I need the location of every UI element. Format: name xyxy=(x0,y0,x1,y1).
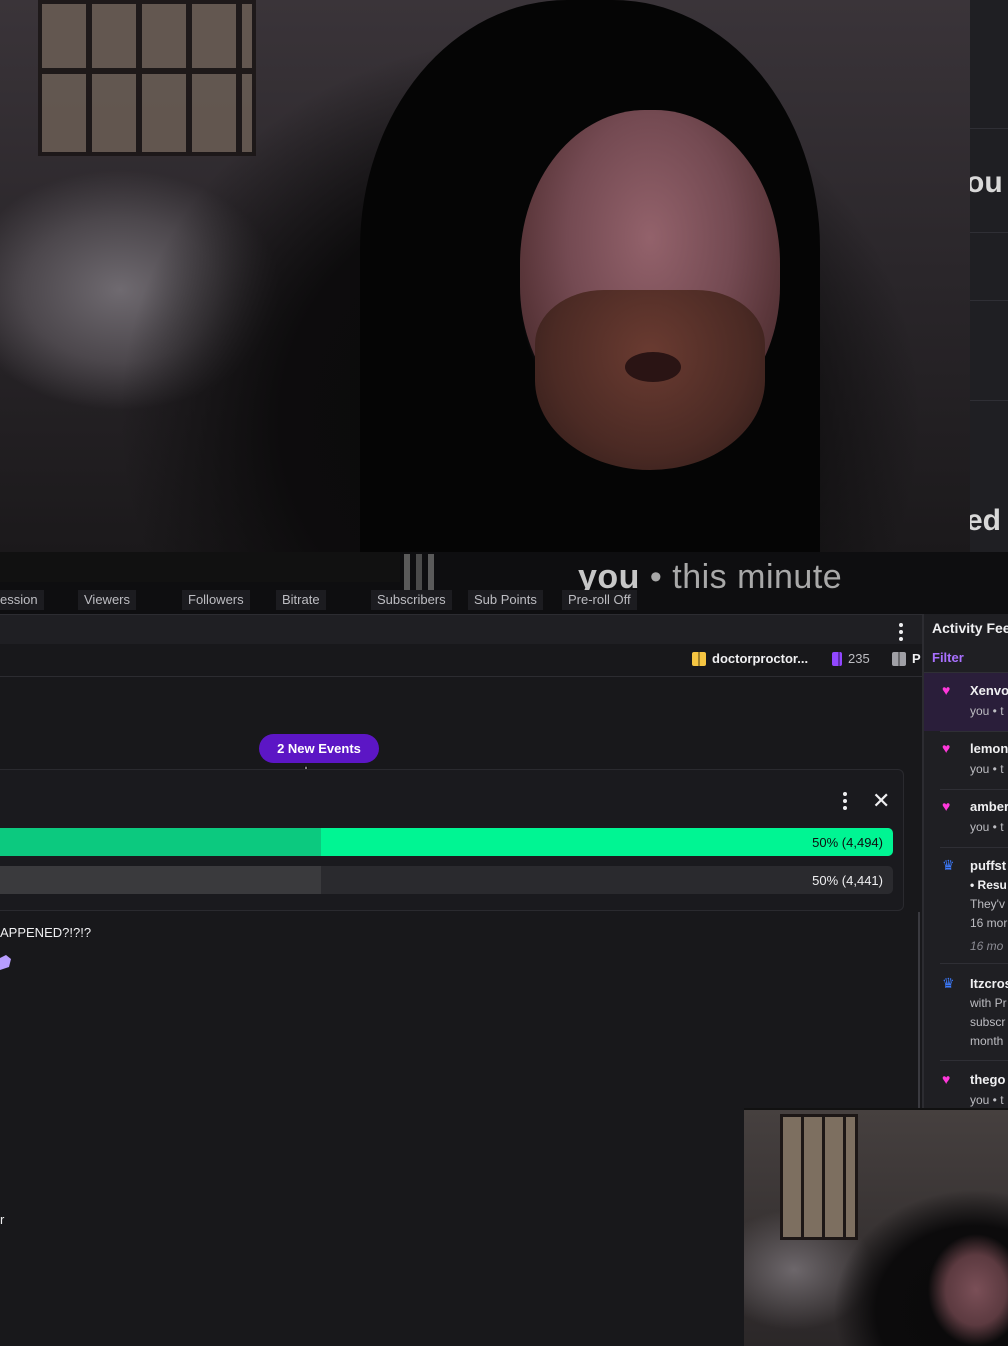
chat-message: r xyxy=(0,1212,5,1227)
stat-preroll[interactable]: Pre-roll Off xyxy=(562,590,637,610)
partial-chip[interactable]: P xyxy=(892,651,921,666)
caption-separator: • xyxy=(649,558,663,596)
heart-icon: ♥ xyxy=(942,740,951,756)
partial-chip-label: P xyxy=(912,651,921,666)
edge-text-top: ou xyxy=(970,166,1003,199)
feed-item-sub: month xyxy=(970,1034,1004,1048)
caption-left-shade xyxy=(0,552,400,582)
crown-icon: ♛ xyxy=(942,975,955,991)
poll-more-icon[interactable] xyxy=(843,792,847,813)
feed-item-sub: you • t xyxy=(970,1093,1004,1107)
feed-item-sub: you • t xyxy=(970,704,1004,718)
gift-chip[interactable]: doctorproctor... xyxy=(692,651,808,666)
feed-item-name: lemon xyxy=(970,741,1008,756)
right-partial-panel: ou ed xyxy=(970,0,1008,552)
poll-option-result: 50% (4,494) xyxy=(812,835,883,850)
stat-session[interactable]: ession xyxy=(0,590,44,610)
heart-icon: ♥ xyxy=(942,1071,951,1087)
feed-item-sub: 16 mor xyxy=(970,916,1008,930)
edge-text-bottom: ed xyxy=(970,504,1002,537)
feed-divider xyxy=(940,847,1008,848)
crown-icon: ♛ xyxy=(942,857,955,873)
gift-icon xyxy=(892,651,906,666)
feed-item-sub: you • t xyxy=(970,762,1004,776)
feed-item-name: Xenvo xyxy=(970,683,1008,698)
gift-count: 235 xyxy=(848,651,870,666)
stream-preview-thumbnail[interactable] xyxy=(744,1108,1008,1346)
feed-item-name: thego xyxy=(970,1072,1006,1087)
background-window xyxy=(38,0,256,156)
stat-bitrate[interactable]: Bitrate xyxy=(276,590,326,610)
stat-subscribers[interactable]: Subscribers xyxy=(371,590,452,610)
close-icon[interactable]: ✕ xyxy=(866,790,890,812)
activity-feed-filter[interactable]: Filter xyxy=(932,650,964,665)
feed-divider xyxy=(940,731,1008,732)
poll-option-result: 50% (4,441) xyxy=(812,873,883,888)
emote-icon xyxy=(0,955,11,970)
poll-option-fill xyxy=(0,866,322,894)
poll-card: 50% (4,494) 50% (4,441) xyxy=(0,769,904,911)
feed-scrollbar[interactable] xyxy=(918,912,920,1108)
feed-item-name: Itzcros xyxy=(970,976,1008,991)
feed-item-highlight xyxy=(924,673,1008,731)
count-chip[interactable]: 235 xyxy=(832,651,870,666)
feed-item-sub: with Pr xyxy=(970,996,1007,1010)
streamer-mouth xyxy=(625,352,681,382)
stream-stats-bar: ession Viewers Followers Bitrate Subscri… xyxy=(0,586,650,612)
stat-viewers[interactable]: Viewers xyxy=(78,590,137,610)
poll-option-bar[interactable]: 50% (4,494) xyxy=(0,828,893,856)
stat-sub-points[interactable]: Sub Points xyxy=(468,590,543,610)
feed-item-sub: • Resu xyxy=(970,878,1007,892)
feed-item-sub: 16 mo xyxy=(970,939,1004,953)
feed-divider xyxy=(940,963,1008,964)
hype-chips-row: doctorproctor... 235 P xyxy=(0,644,922,677)
webcam-video xyxy=(0,0,970,552)
feed-item-sub: They'v xyxy=(970,897,1005,911)
stat-followers[interactable]: Followers xyxy=(182,590,250,610)
feed-item-name: amber xyxy=(970,799,1008,814)
gift-count-icon xyxy=(832,651,842,666)
chat-toolbar xyxy=(0,614,922,646)
heart-icon: ♥ xyxy=(942,682,951,698)
feed-item-sub: subscr xyxy=(970,1015,1006,1029)
heart-icon: ♥ xyxy=(942,798,951,814)
new-events-button[interactable]: 2 New Events xyxy=(259,734,379,763)
activity-feed-title: Activity Fee xyxy=(932,620,1008,636)
poll-option-bar[interactable]: 50% (4,441) xyxy=(0,866,893,894)
feed-divider xyxy=(940,789,1008,790)
caption-time: this minute xyxy=(672,558,843,596)
feed-divider xyxy=(940,1060,1008,1061)
poll-option-fill xyxy=(0,828,322,856)
gifter-name: doctorproctor... xyxy=(712,651,809,666)
feed-item-name: puffst xyxy=(970,858,1007,873)
background-window xyxy=(780,1114,858,1240)
gift-icon xyxy=(692,651,706,666)
chat-message: APPENED?!?!? xyxy=(0,925,92,940)
more-options-icon[interactable] xyxy=(899,623,903,644)
feed-item-sub: you • t xyxy=(970,820,1004,834)
